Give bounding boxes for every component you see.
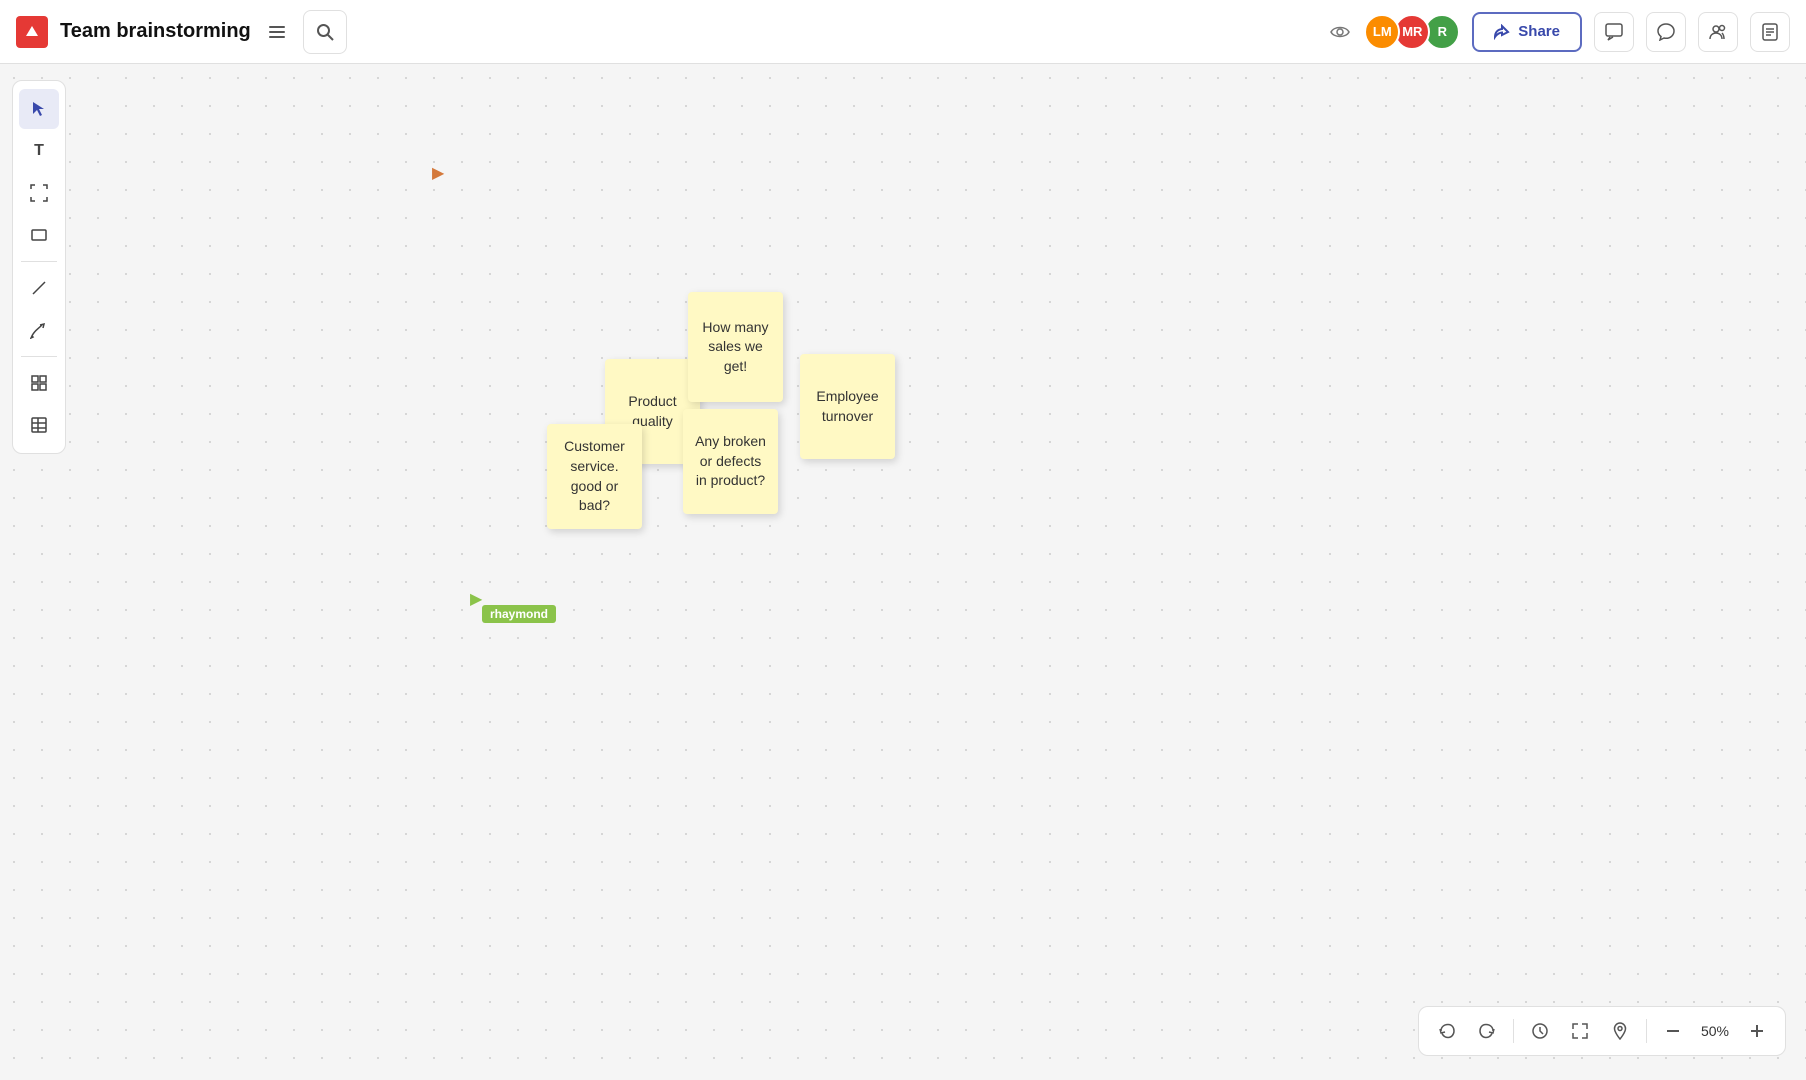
line-tool[interactable]	[19, 268, 59, 308]
users-button[interactable]	[1698, 12, 1738, 52]
cursor-green: ▶	[470, 589, 482, 609]
toolbar-divider-2	[21, 356, 57, 357]
bottom-divider-2	[1646, 1019, 1647, 1043]
zoom-level: 50%	[1695, 1023, 1735, 1039]
chat-button[interactable]	[1594, 12, 1634, 52]
header-left: Team brainstorming	[16, 14, 295, 50]
menu-button[interactable]	[259, 14, 295, 50]
sticky-customer-service[interactable]: Customer service. good or bad?	[547, 424, 642, 529]
search-button[interactable]	[303, 10, 347, 54]
logo-icon	[16, 16, 48, 48]
share-label: Share	[1518, 23, 1560, 40]
select-tool[interactable]	[19, 89, 59, 129]
sticky-employee-turnover[interactable]: Employee turnover	[800, 354, 895, 459]
view-button[interactable]	[1322, 14, 1358, 50]
fullscreen-button[interactable]	[1562, 1013, 1598, 1049]
header-right: LM MR R Share	[1322, 12, 1790, 52]
notes-button[interactable]	[1750, 12, 1790, 52]
cursor-orange: ▶	[432, 163, 444, 183]
canvas[interactable]: ▶ Product quality How many sales we get!…	[0, 64, 1806, 1080]
undo-button[interactable]	[1429, 1013, 1465, 1049]
sticky-how-many-sales[interactable]: How many sales we get!	[688, 292, 783, 402]
table-tool[interactable]	[19, 405, 59, 445]
avatar-group: LM MR R	[1370, 14, 1460, 50]
share-button[interactable]: Share	[1472, 12, 1582, 52]
comment-button[interactable]	[1646, 12, 1686, 52]
map-button[interactable]	[1602, 1013, 1638, 1049]
sticky-any-broken[interactable]: Any broken or defects in product?	[683, 409, 778, 514]
history-button[interactable]	[1522, 1013, 1558, 1049]
frame-tool[interactable]	[19, 173, 59, 213]
left-toolbar: T	[12, 80, 66, 454]
bottom-toolbar: 50%	[1418, 1006, 1786, 1056]
avatar-lm: LM	[1364, 14, 1400, 50]
redo-button[interactable]	[1469, 1013, 1505, 1049]
zoom-in-button[interactable]	[1739, 1013, 1775, 1049]
text-tool[interactable]: T	[19, 131, 59, 171]
rectangle-tool[interactable]	[19, 215, 59, 255]
draw-tool[interactable]	[19, 310, 59, 350]
cursor-label-rhaymond: rhaymond	[482, 605, 556, 623]
header: Team brainstorming LM MR R	[0, 0, 1806, 64]
document-title: Team brainstorming	[60, 20, 251, 43]
grid-tool[interactable]	[19, 363, 59, 403]
toolbar-divider-1	[21, 261, 57, 262]
text-tool-icon: T	[34, 142, 44, 160]
bottom-divider-1	[1513, 1019, 1514, 1043]
zoom-out-button[interactable]	[1655, 1013, 1691, 1049]
